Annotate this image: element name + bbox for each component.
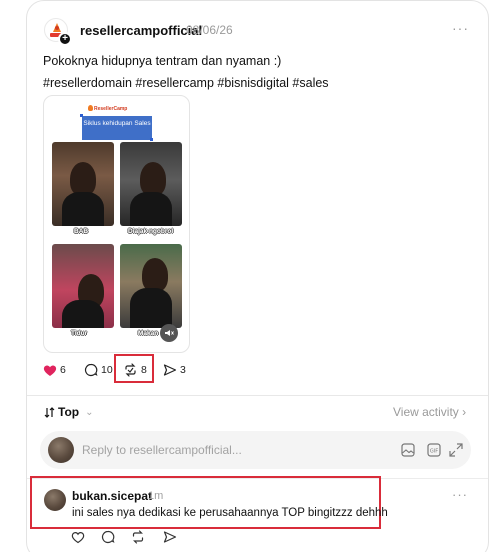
comment-text: ini sales nya dedikasi ke perusahaannya … <box>72 507 388 519</box>
caption-bab: BAB <box>74 228 89 235</box>
gif-icon[interactable]: GIF <box>426 442 442 458</box>
post-media[interactable]: ResellerCamp Siklus kehidupan Sales BAB … <box>43 95 190 353</box>
photo-bab <box>52 142 114 226</box>
chevron-right-icon: › <box>462 405 467 419</box>
post-username[interactable]: resellercampofficial <box>80 23 202 38</box>
caption-makan: Makan <box>138 330 159 337</box>
reply-input[interactable]: Reply to resellercampofficial... GIF <box>40 431 471 469</box>
selection-handle <box>150 138 153 141</box>
heart-outline-icon[interactable] <box>70 529 86 545</box>
chevron-down-icon: ⌄ <box>85 406 94 418</box>
reply-placeholder: Reply to resellercampofficial... <box>82 443 242 457</box>
mute-icon[interactable] <box>160 324 178 342</box>
comment-username[interactable]: bukan.sicepat <box>72 489 152 503</box>
post-avatar[interactable]: + <box>44 18 72 46</box>
share-button[interactable]: 3 <box>163 360 186 380</box>
reply-button[interactable]: 10 <box>84 360 113 380</box>
like-count: 6 <box>60 364 66 376</box>
sort-label: Top <box>58 405 80 419</box>
divider <box>27 395 488 396</box>
heart-icon <box>43 364 57 376</box>
post-date[interactable]: 08/06/26 <box>186 23 233 37</box>
sort-arrows-icon <box>44 406 55 418</box>
photo-diajak-ngobrol <box>120 142 182 226</box>
media-brand: ResellerCamp <box>94 106 128 112</box>
like-button[interactable]: 6 <box>43 360 66 380</box>
highlight-box-repost <box>114 354 154 383</box>
send-icon <box>163 364 177 376</box>
brand-logo-icon <box>88 105 93 111</box>
post-text: Pokoknya hidupnya tentram dan nyaman :) <box>43 54 282 68</box>
post-hashtags[interactable]: #resellerdomain #resellercamp #bisnisdig… <box>43 76 329 90</box>
svg-text:GIF: GIF <box>430 449 438 455</box>
repost-icon[interactable] <box>130 529 146 545</box>
selection-handle <box>80 114 83 117</box>
image-icon[interactable] <box>400 442 416 458</box>
reply-count: 10 <box>101 364 113 376</box>
view-activity-link[interactable]: View activity › <box>393 405 466 419</box>
more-options-icon[interactable]: ··· <box>452 20 469 36</box>
follow-plus-icon[interactable]: + <box>58 32 72 46</box>
current-user-avatar <box>48 437 74 463</box>
comment-avatar[interactable] <box>44 489 66 511</box>
caption-diajak-ngobrol: Diajak ngobrol <box>128 228 174 235</box>
comment-icon[interactable] <box>100 529 116 545</box>
view-activity-label: View activity <box>393 405 459 419</box>
comment-time: 1m <box>148 490 164 502</box>
caption-tidur: Tidur <box>71 330 88 337</box>
sort-dropdown[interactable]: Top ⌄ <box>44 405 94 419</box>
send-icon[interactable] <box>162 529 178 545</box>
media-title: Siklus kehidupan Sales <box>82 116 152 140</box>
comment-more-options-icon[interactable]: ··· <box>452 487 468 502</box>
photo-makan <box>120 244 182 328</box>
share-count: 3 <box>180 364 186 376</box>
comment-icon <box>84 363 98 377</box>
expand-icon[interactable] <box>448 442 464 458</box>
photo-tidur <box>52 244 114 328</box>
